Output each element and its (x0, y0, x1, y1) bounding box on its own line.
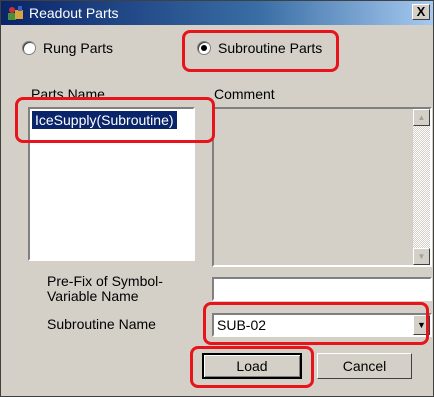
close-icon: X (416, 4, 426, 19)
window-title: Readout Parts (29, 5, 119, 21)
comment-box[interactable]: ▲ ▼ (212, 107, 432, 267)
scroll-up-button[interactable]: ▲ (413, 109, 430, 126)
subroutine-name-label: Subroutine Name (47, 316, 156, 332)
readout-parts-dialog: Readout Parts X Rung Parts Subroutine Pa… (0, 0, 434, 397)
subroutine-name-combobox[interactable]: SUB-02 ▼ (212, 313, 432, 337)
rung-parts-label: Rung Parts (43, 40, 114, 56)
comment-scrollbar[interactable]: ▲ ▼ (413, 109, 430, 265)
parts-name-list[interactable]: IceSupply(Subroutine) (28, 107, 195, 261)
close-button[interactable]: X (412, 4, 430, 20)
triangle-up-icon: ▲ (417, 113, 426, 122)
chevron-down-icon: ▼ (417, 320, 426, 330)
cancel-button[interactable]: Cancel (317, 353, 412, 379)
comment-header: Comment (214, 86, 275, 102)
cancel-button-label: Cancel (342, 358, 387, 374)
radio-circle-icon (22, 41, 36, 55)
prefix-label: Pre-Fix of Symbol-Variable Name (47, 273, 163, 304)
title-bar[interactable]: Readout Parts X (1, 1, 433, 25)
radio-selected-icon (197, 41, 211, 55)
triangle-down-icon: ▼ (417, 252, 426, 261)
load-button-label: Load (236, 358, 268, 374)
scroll-down-button[interactable]: ▼ (413, 248, 430, 265)
subroutine-parts-label: Subroutine Parts (218, 40, 323, 56)
subroutine-parts-radio[interactable]: Subroutine Parts (197, 40, 322, 56)
load-button[interactable]: Load (202, 353, 302, 379)
subroutine-name-value: SUB-02 (217, 317, 267, 333)
rung-parts-radio[interactable]: Rung Parts (22, 40, 113, 56)
dropdown-button[interactable]: ▼ (413, 315, 430, 335)
list-item[interactable]: IceSupply(Subroutine) (31, 110, 178, 130)
readout-parts-icon (8, 6, 23, 20)
parts-name-header: Parts Name (31, 86, 105, 102)
prefix-input[interactable] (212, 277, 432, 301)
